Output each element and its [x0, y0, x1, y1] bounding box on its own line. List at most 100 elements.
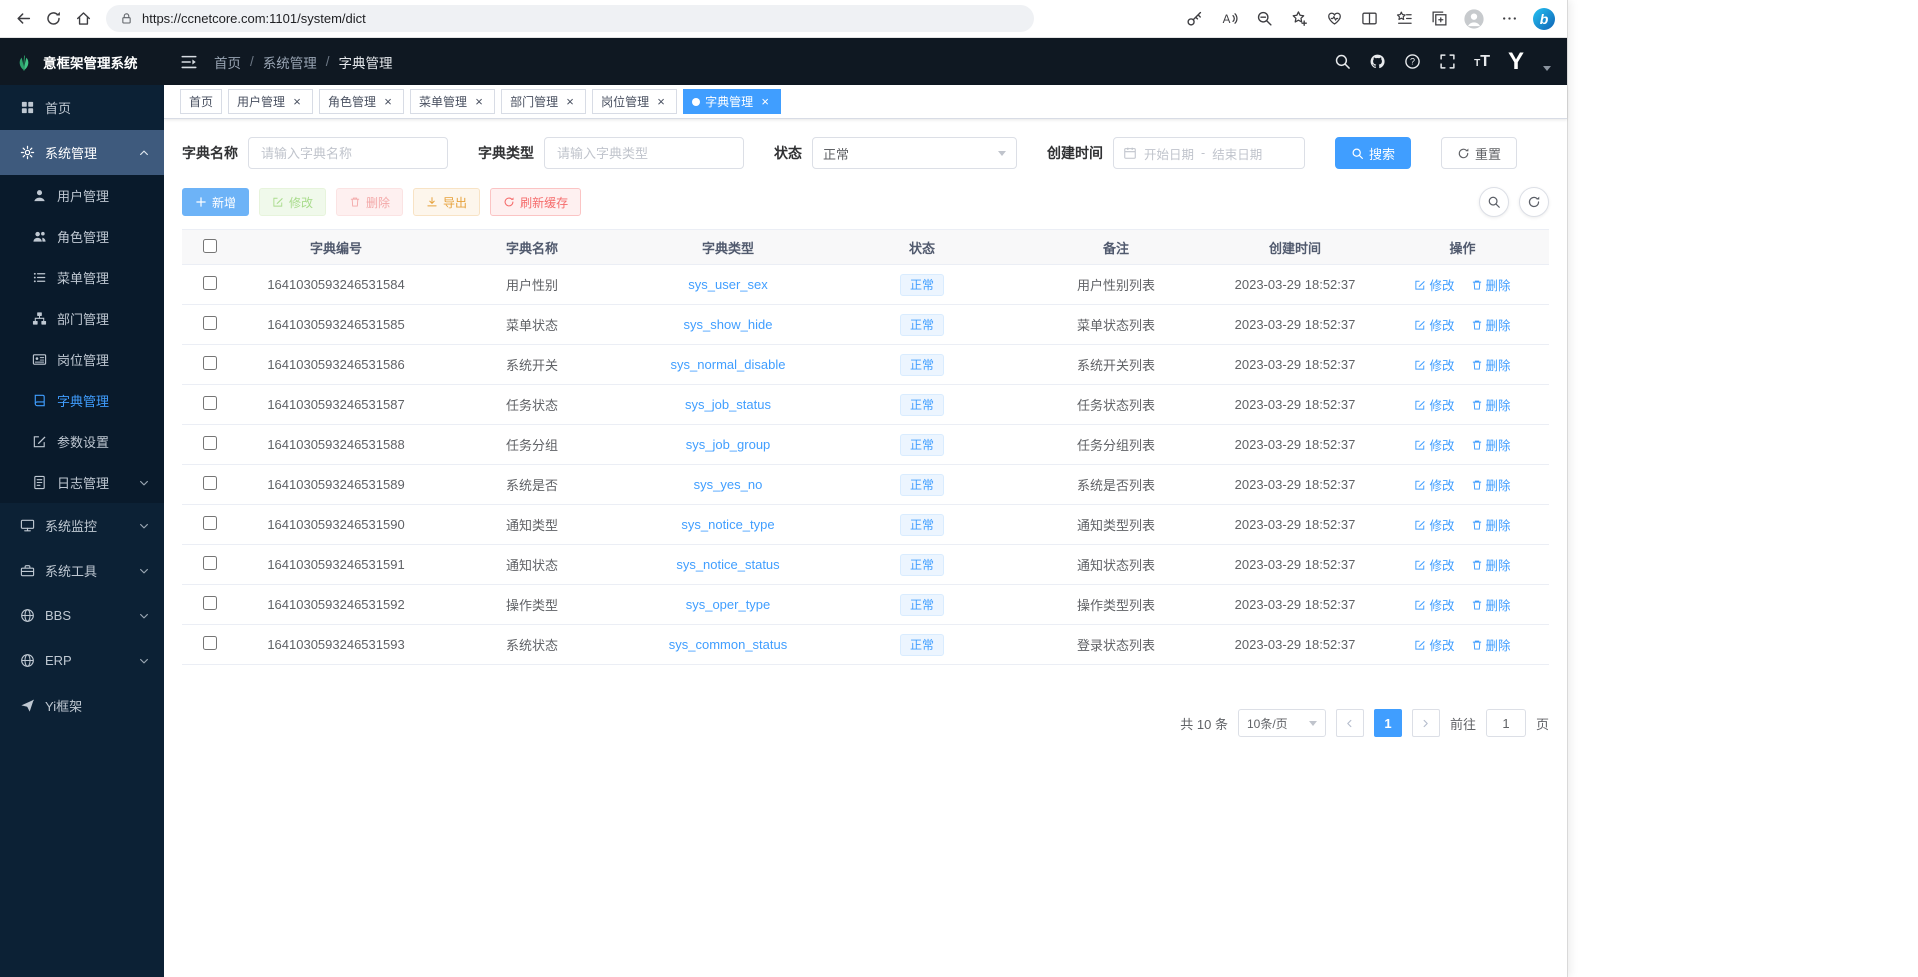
dict-type-link[interactable]: sys_show_hide — [684, 317, 773, 332]
row-checkbox[interactable] — [203, 276, 217, 290]
browser-refresh-button[interactable] — [38, 4, 68, 34]
row-edit-link[interactable]: 修改 — [1414, 555, 1454, 574]
row-edit-link[interactable]: 修改 — [1414, 435, 1454, 454]
export-button[interactable]: 导出 — [413, 188, 480, 216]
sidebar-item-post-mgmt[interactable]: 岗位管理 — [0, 339, 164, 380]
profile-button[interactable] — [1459, 4, 1489, 34]
row-checkbox[interactable] — [203, 396, 217, 410]
add-favorite-button[interactable] — [1284, 4, 1314, 34]
user-logo[interactable]: Y — [1508, 50, 1523, 74]
toggle-search-button[interactable] — [1479, 187, 1509, 217]
row-delete-link[interactable]: 删除 — [1471, 355, 1511, 374]
tab-menu-mgmt[interactable]: 菜单管理 — [410, 89, 495, 114]
tab-close-icon[interactable] — [654, 95, 668, 109]
dict-type-input[interactable] — [544, 137, 744, 169]
sidebar-item-erp[interactable]: ERP — [0, 638, 164, 683]
sidebar-item-system-mgmt[interactable]: 系统管理 — [0, 130, 164, 175]
row-checkbox[interactable] — [203, 596, 217, 610]
dict-type-link[interactable]: sys_oper_type — [686, 597, 771, 612]
row-edit-link[interactable]: 修改 — [1414, 395, 1454, 414]
status-select[interactable]: 正常 — [812, 137, 1017, 169]
header-search-button[interactable] — [1334, 53, 1351, 70]
tab-dept-mgmt[interactable]: 部门管理 — [501, 89, 586, 114]
github-link-button[interactable] — [1369, 53, 1386, 70]
refresh-table-button[interactable] — [1519, 187, 1549, 217]
sidebar-item-system-monitor[interactable]: 系统监控 — [0, 503, 164, 548]
dict-type-link[interactable]: sys_notice_type — [681, 517, 774, 532]
browser-essentials-button[interactable] — [1319, 4, 1349, 34]
goto-page-input[interactable] — [1486, 709, 1526, 737]
tab-close-icon[interactable] — [290, 95, 304, 109]
row-checkbox[interactable] — [203, 436, 217, 450]
row-checkbox[interactable] — [203, 636, 217, 650]
tab-close-icon[interactable] — [563, 95, 577, 109]
row-delete-link[interactable]: 删除 — [1471, 555, 1511, 574]
sidebar-item-yi-framework[interactable]: Yi框架 — [0, 683, 164, 728]
favorites-button[interactable] — [1389, 4, 1419, 34]
browser-back-button[interactable] — [8, 4, 38, 34]
row-edit-link[interactable]: 修改 — [1414, 515, 1454, 534]
row-delete-link[interactable]: 删除 — [1471, 315, 1511, 334]
browser-home-button[interactable] — [68, 4, 98, 34]
search-button[interactable]: 搜索 — [1335, 137, 1411, 169]
row-checkbox[interactable] — [203, 476, 217, 490]
tab-dict-mgmt[interactable]: 字典管理 — [683, 89, 781, 114]
row-edit-link[interactable]: 修改 — [1414, 475, 1454, 494]
date-range-picker[interactable]: 开始日期 - 结束日期 — [1113, 137, 1305, 169]
row-edit-link[interactable]: 修改 — [1414, 275, 1454, 294]
dict-type-link[interactable]: sys_normal_disable — [671, 357, 786, 372]
row-edit-link[interactable]: 修改 — [1414, 315, 1454, 334]
row-delete-link[interactable]: 删除 — [1471, 595, 1511, 614]
address-bar[interactable]: https://ccnetcore.com:1101/system/dict — [106, 5, 1034, 32]
tab-close-icon[interactable] — [472, 95, 486, 109]
split-screen-button[interactable] — [1354, 4, 1384, 34]
delete-button[interactable]: 删除 — [336, 188, 403, 216]
dict-type-link[interactable]: sys_job_group — [686, 437, 771, 452]
bing-chat-button[interactable]: b — [1529, 4, 1559, 34]
passwords-button[interactable] — [1179, 4, 1209, 34]
prev-page-button[interactable] — [1336, 709, 1364, 737]
edit-button[interactable]: 修改 — [259, 188, 326, 216]
sidebar-item-system-tools[interactable]: 系统工具 — [0, 548, 164, 593]
next-page-button[interactable] — [1412, 709, 1440, 737]
dict-type-link[interactable]: sys_user_sex — [688, 277, 767, 292]
dict-type-link[interactable]: sys_yes_no — [694, 477, 763, 492]
read-aloud-button[interactable]: A — [1214, 4, 1244, 34]
page-1-button[interactable]: 1 — [1374, 709, 1402, 737]
zoom-button[interactable] — [1249, 4, 1279, 34]
row-delete-link[interactable]: 删除 — [1471, 475, 1511, 494]
row-delete-link[interactable]: 删除 — [1471, 395, 1511, 414]
reset-button[interactable]: 重置 — [1441, 137, 1517, 169]
tab-role-mgmt[interactable]: 角色管理 — [319, 89, 404, 114]
sidebar-item-menu-mgmt[interactable]: 菜单管理 — [0, 257, 164, 298]
sidebar-item-log-mgmt[interactable]: 日志管理 — [0, 462, 164, 503]
row-checkbox[interactable] — [203, 556, 217, 570]
tab-close-icon[interactable] — [758, 95, 772, 109]
sidebar-item-dict-mgmt[interactable]: 字典管理 — [0, 380, 164, 421]
settings-more-button[interactable] — [1494, 4, 1524, 34]
row-checkbox[interactable] — [203, 356, 217, 370]
row-delete-link[interactable]: 删除 — [1471, 435, 1511, 454]
row-checkbox[interactable] — [203, 516, 217, 530]
add-button[interactable]: 新增 — [182, 188, 249, 216]
row-edit-link[interactable]: 修改 — [1414, 635, 1454, 654]
dict-type-link[interactable]: sys_notice_status — [676, 557, 779, 572]
sidebar-item-home[interactable]: 首页 — [0, 85, 164, 130]
dict-type-link[interactable]: sys_job_status — [685, 397, 771, 412]
refresh-cache-button[interactable]: 刷新缓存 — [490, 188, 581, 216]
breadcrumb-item-system[interactable]: 系统管理 — [263, 52, 317, 72]
breadcrumb-item-home[interactable]: 首页 — [214, 52, 241, 72]
dict-name-input[interactable] — [248, 137, 448, 169]
row-delete-link[interactable]: 删除 — [1471, 515, 1511, 534]
fullscreen-button[interactable] — [1439, 53, 1456, 70]
tab-close-icon[interactable] — [381, 95, 395, 109]
row-edit-link[interactable]: 修改 — [1414, 355, 1454, 374]
tab-home[interactable]: 首页 — [180, 89, 222, 114]
collections-button[interactable] — [1424, 4, 1454, 34]
font-size-button[interactable]: TT — [1474, 53, 1490, 71]
sidebar-item-bbs[interactable]: BBS — [0, 593, 164, 638]
page-size-select[interactable]: 10条/页 — [1238, 709, 1326, 737]
sidebar-toggle-button[interactable] — [180, 53, 198, 71]
select-all-checkbox[interactable] — [203, 239, 217, 253]
sidebar-item-dept-mgmt[interactable]: 部门管理 — [0, 298, 164, 339]
